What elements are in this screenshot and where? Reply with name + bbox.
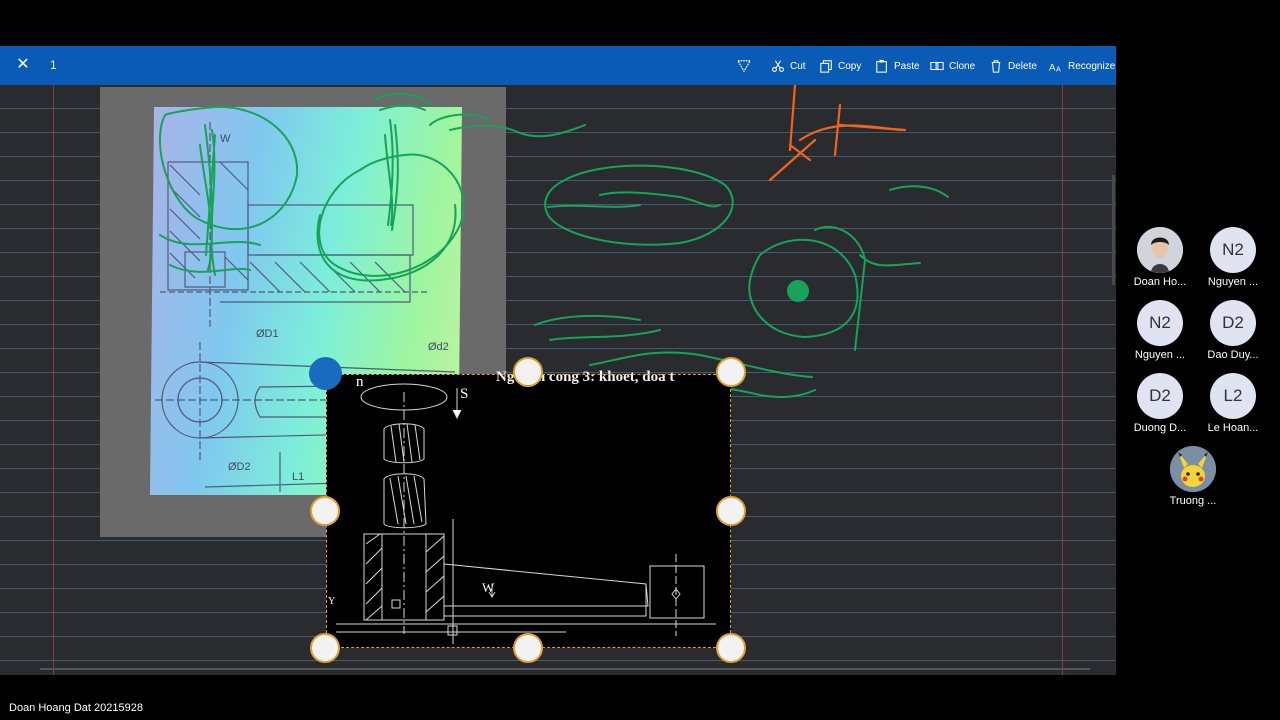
- resize-handle-bottom-left[interactable]: [310, 633, 340, 663]
- svg-text:A: A: [1049, 62, 1056, 73]
- participant-name: Le Hoan...: [1207, 422, 1259, 434]
- participant-name: Doan Ho...: [1133, 276, 1187, 288]
- avatar: L2: [1210, 373, 1256, 419]
- paste-button[interactable]: Paste: [875, 56, 920, 76]
- resize-handle-left[interactable]: [310, 496, 340, 526]
- participant-tile[interactable]: Truong ...: [1157, 446, 1229, 507]
- meeting-stage: ✕ 1 Cut Copy Paste Clone Delete AA Recog…: [0, 0, 1280, 720]
- participant-name: Dao Duy...: [1207, 349, 1259, 361]
- rotate-handle[interactable]: [309, 357, 342, 390]
- cut-button[interactable]: Cut: [771, 56, 806, 76]
- clone-label: Clone: [949, 60, 976, 72]
- selection-count: 1: [50, 58, 57, 72]
- participant-tile[interactable]: N2 Nguyen ...: [1124, 300, 1196, 361]
- horizontal-scrollbar[interactable]: [40, 668, 1090, 670]
- delete-label: Delete: [1008, 60, 1037, 72]
- copy-icon: [820, 60, 832, 73]
- resize-handle-bottom-right[interactable]: [716, 633, 746, 663]
- trash-icon: [991, 60, 1001, 73]
- presenter-name: Doan Hoang Dat 20215928: [9, 702, 143, 714]
- participant-tile[interactable]: L2 Le Hoan...: [1197, 373, 1269, 434]
- avatar: D2: [1137, 373, 1183, 419]
- participant-tile[interactable]: Doan Ho...: [1124, 227, 1196, 288]
- label-od2-bottom: ØD2: [228, 461, 251, 473]
- svg-text:A: A: [1056, 66, 1061, 73]
- paste-icon: [876, 59, 887, 73]
- avatar: [1170, 446, 1216, 492]
- participant-tile[interactable]: D2 Duong D...: [1124, 373, 1196, 434]
- participant-tile[interactable]: N2 Nguyen ...: [1197, 227, 1269, 288]
- selection-toolbar: ✕ 1 Cut Copy Paste Clone Delete AA Recog…: [0, 46, 1116, 85]
- participant-name: Truong ...: [1169, 495, 1217, 507]
- delete-button[interactable]: Delete: [989, 56, 1037, 76]
- recognize-label: Recognize: [1068, 60, 1116, 72]
- avatar: [1137, 227, 1183, 273]
- whiteboard-canvas[interactable]: W ØD1 Ød2 ØD2 L1 Nguyen cong 3: khoet, d…: [0, 85, 1116, 675]
- operation-drawing: [336, 383, 716, 644]
- resize-handle-top[interactable]: [513, 357, 543, 387]
- lasso-icon: [737, 60, 751, 73]
- scissors-icon: [772, 60, 784, 72]
- recognize-button[interactable]: AA Recognize: [1049, 56, 1115, 76]
- lasso-select-button[interactable]: [737, 56, 756, 76]
- clone-button[interactable]: Clone: [930, 56, 975, 76]
- avatar: N2: [1137, 300, 1183, 346]
- selected-image[interactable]: Nguyen cong 3: khoet, doa t n S W Y: [326, 369, 731, 648]
- participant-name: Nguyen ...: [1207, 276, 1259, 288]
- label-l1: L1: [292, 471, 304, 483]
- clone-icon: [930, 61, 944, 71]
- close-icon[interactable]: ✕: [12, 54, 34, 76]
- label-w: W: [220, 133, 231, 145]
- avatar: D2: [1210, 300, 1256, 346]
- recognize-icon: AA: [1049, 62, 1061, 73]
- margin-line-right: [1062, 85, 1063, 675]
- vertical-scrollbar[interactable]: [1112, 175, 1115, 285]
- margin-line-left: [53, 85, 54, 675]
- label-od1: ØD1: [256, 328, 279, 340]
- participant-name: Nguyen ...: [1134, 349, 1186, 361]
- participant-name: Duong D...: [1133, 422, 1187, 434]
- resize-handle-right[interactable]: [716, 496, 746, 526]
- resize-handle-bottom[interactable]: [513, 633, 543, 663]
- participant-tile[interactable]: D2 Dao Duy...: [1197, 300, 1269, 361]
- label-od2-top: Ød2: [428, 341, 449, 353]
- pikachu-icon: [1170, 446, 1216, 492]
- resize-handle-top-right[interactable]: [716, 357, 746, 387]
- avatar: N2: [1210, 227, 1256, 273]
- paste-label: Paste: [894, 60, 920, 72]
- person-photo-icon: [1137, 227, 1183, 273]
- copy-button[interactable]: Copy: [819, 56, 861, 76]
- copy-label: Copy: [838, 60, 862, 72]
- cut-label: Cut: [790, 60, 806, 72]
